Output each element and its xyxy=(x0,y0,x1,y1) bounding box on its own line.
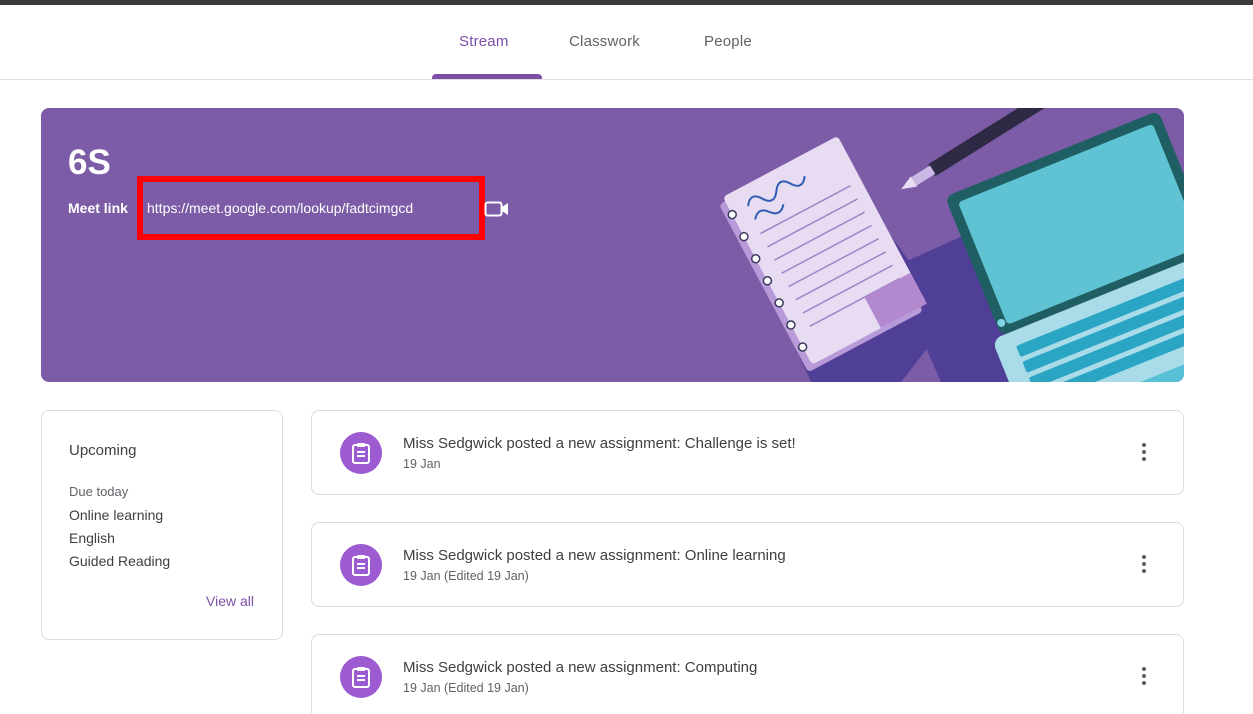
upcoming-item[interactable]: Online learning xyxy=(69,507,163,523)
tab-people[interactable]: People xyxy=(704,33,752,50)
post-title: Miss Sedgwick posted a new assignment: O… xyxy=(403,547,786,564)
assignment-post[interactable]: Miss Sedgwick posted a new assignment: O… xyxy=(311,522,1184,607)
assignment-clipboard-icon xyxy=(340,656,382,698)
assignment-clipboard-icon xyxy=(340,544,382,586)
video-camera-icon[interactable] xyxy=(484,200,510,218)
post-title: Miss Sedgwick posted a new assignment: C… xyxy=(403,659,758,676)
upcoming-item[interactable]: English xyxy=(69,530,115,546)
meet-link-highlight-box xyxy=(137,176,485,240)
due-today-label: Due today xyxy=(69,484,129,499)
class-title: 6S xyxy=(68,143,111,182)
post-date: 19 Jan (Edited 19 Jan) xyxy=(403,681,529,695)
upcoming-title: Upcoming xyxy=(69,442,137,459)
post-title: Miss Sedgwick posted a new assignment: C… xyxy=(403,435,796,452)
assignment-post[interactable]: Miss Sedgwick posted a new assignment: C… xyxy=(311,634,1184,714)
tab-stream[interactable]: Stream xyxy=(459,33,509,50)
assignment-post[interactable]: Miss Sedgwick posted a new assignment: C… xyxy=(311,410,1184,495)
upcoming-card: Upcoming Due today Online learning Engli… xyxy=(41,410,283,640)
more-vertical-icon[interactable] xyxy=(1141,667,1147,687)
active-tab-indicator xyxy=(432,74,542,79)
more-vertical-icon[interactable] xyxy=(1141,443,1147,463)
upcoming-item[interactable]: Guided Reading xyxy=(69,553,170,569)
banner-illustration xyxy=(720,108,1184,382)
tab-classwork[interactable]: Classwork xyxy=(569,33,640,50)
assignment-clipboard-icon xyxy=(340,432,382,474)
more-vertical-icon[interactable] xyxy=(1141,555,1147,575)
meet-link-label: Meet link xyxy=(68,200,128,216)
class-tabs: Stream Classwork People xyxy=(0,5,1253,80)
class-banner: 6S Meet link https://meet.google.com/loo… xyxy=(41,108,1184,382)
view-all-link[interactable]: View all xyxy=(206,593,254,609)
post-date: 19 Jan xyxy=(403,457,441,471)
post-date: 19 Jan (Edited 19 Jan) xyxy=(403,569,529,583)
